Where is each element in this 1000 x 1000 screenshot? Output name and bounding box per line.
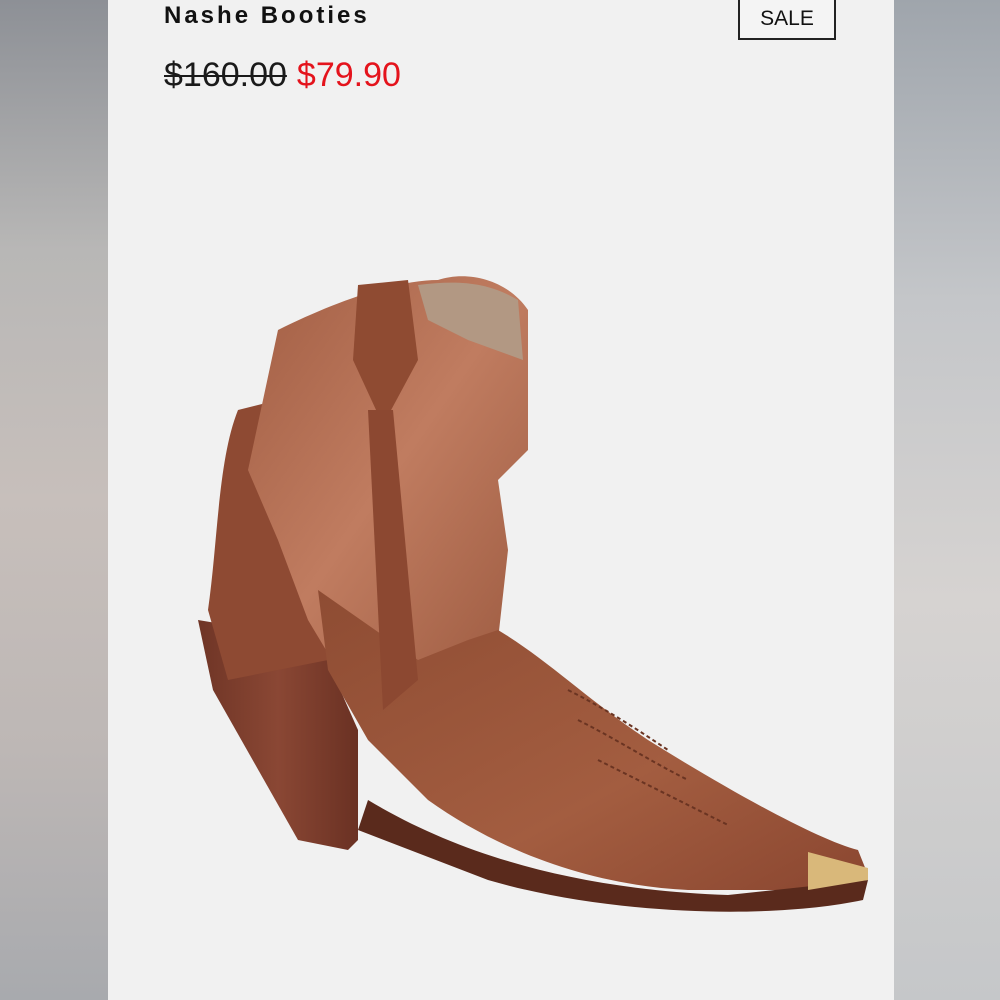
product-card: Nashe Booties SALE $160.00 $79.90 xyxy=(108,0,894,1000)
price-row: $160.00 $79.90 xyxy=(164,56,401,95)
sale-badge: SALE xyxy=(738,0,836,40)
background-left-blur xyxy=(0,0,108,1000)
original-price: $160.00 xyxy=(164,56,287,94)
product-title: Nashe Booties xyxy=(164,2,370,29)
boot-image[interactable] xyxy=(168,240,868,920)
background-right-blur xyxy=(894,0,1000,1000)
sale-price: $79.90 xyxy=(296,56,401,94)
